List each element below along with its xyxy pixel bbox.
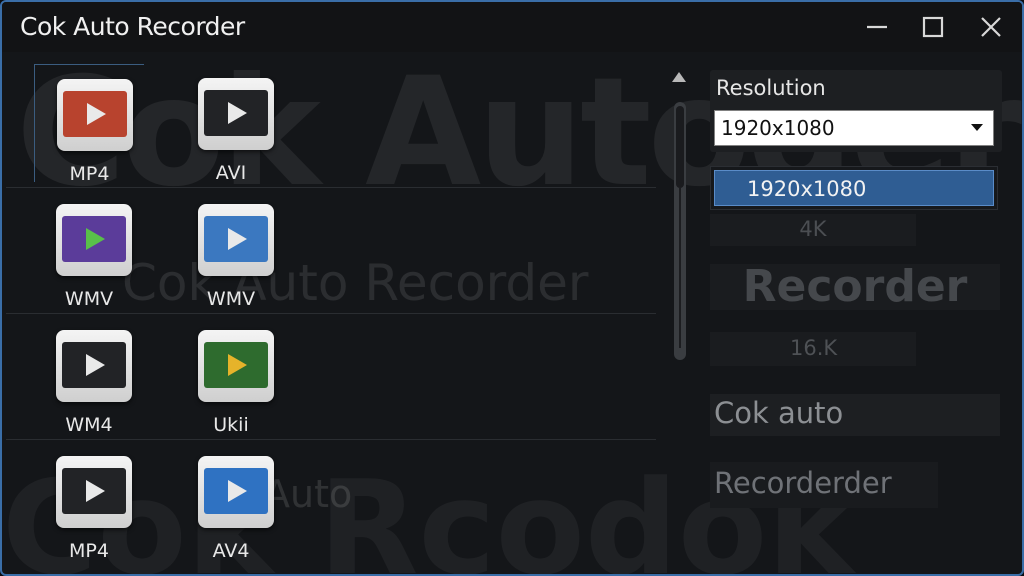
option-4k[interactable]: 4K (710, 214, 916, 246)
format-label: WMV (64, 288, 114, 310)
format-option[interactable]: AV4 (176, 442, 286, 562)
video-file-icon (56, 456, 132, 528)
play-icon (228, 480, 247, 502)
icon-screen (62, 342, 126, 388)
option-cok-auto[interactable]: Cok auto (710, 394, 1000, 436)
resolution-label: Resolution (716, 76, 826, 100)
maximize-icon (922, 16, 944, 38)
icon-screen (62, 468, 126, 514)
play-triangle (228, 102, 247, 124)
play-icon (86, 228, 105, 250)
play-icon (87, 103, 106, 125)
scroll-up-icon[interactable] (670, 70, 688, 86)
row-divider (6, 313, 656, 314)
play-icon (228, 354, 247, 376)
format-option[interactable]: AVI (176, 64, 286, 184)
title-bar[interactable]: Cok Auto Recorder (2, 2, 1022, 52)
scrollbar-thumb-line (679, 188, 681, 348)
window-title: Cok Auto Recorder (20, 12, 245, 41)
icon-screen (204, 342, 268, 388)
play-triangle (228, 228, 247, 250)
format-label: WM4 (65, 414, 113, 436)
format-option[interactable]: Ukii (176, 316, 286, 436)
icon-screen (62, 216, 126, 262)
row-divider (6, 187, 656, 188)
format-label: AV4 (212, 540, 250, 562)
row-divider (6, 439, 656, 440)
format-option[interactable]: MP4 (34, 64, 144, 185)
icon-screen (204, 90, 268, 136)
icon-screen (63, 91, 127, 137)
format-label: Ukii (213, 414, 249, 436)
resolution-select[interactable]: 1920x1080 (714, 110, 994, 146)
video-file-icon (56, 204, 132, 276)
format-option[interactable]: WM4 (34, 316, 144, 436)
play-triangle (87, 103, 106, 125)
video-file-icon (198, 204, 274, 276)
play-icon (86, 354, 105, 376)
format-label: WMV (206, 288, 256, 310)
format-option[interactable]: WMV (176, 190, 286, 310)
format-label: MP4 (69, 540, 109, 562)
minimize-button[interactable] (852, 10, 902, 44)
play-triangle (228, 354, 247, 376)
video-file-icon (198, 78, 274, 150)
chevron-down-icon (971, 124, 983, 131)
play-triangle (228, 480, 247, 502)
play-triangle (86, 228, 105, 250)
video-file-icon (56, 330, 132, 402)
icon-screen (204, 468, 268, 514)
close-icon (981, 17, 1001, 37)
scrollbar-thumb[interactable] (676, 106, 684, 188)
format-option[interactable]: MP4 (34, 442, 144, 562)
app-window: Cok Autoder Cok Auto Recorder Cok Rcodok… (0, 0, 1024, 576)
maximize-button[interactable] (908, 10, 958, 44)
icon-screen (204, 216, 268, 262)
option-recorderder[interactable]: Recorderder (710, 462, 938, 508)
play-triangle (86, 354, 105, 376)
format-label: MP4 (69, 163, 110, 185)
video-file-icon (198, 456, 274, 528)
option-recorder[interactable]: Recorder (710, 264, 1000, 310)
resolution-select-value: 1920x1080 (721, 116, 835, 140)
format-option[interactable]: WMV (34, 190, 144, 310)
close-button[interactable] (966, 10, 1016, 44)
play-icon (228, 228, 247, 250)
option-16k[interactable]: 16.K (710, 332, 916, 366)
play-icon (86, 480, 105, 502)
video-file-icon (57, 79, 133, 151)
play-triangle (86, 480, 105, 502)
option-1920x1080[interactable]: 1920x1080 (714, 170, 994, 206)
play-icon (228, 102, 247, 124)
minimize-icon (867, 25, 887, 29)
video-file-icon (198, 330, 274, 402)
format-label: AVI (215, 162, 247, 184)
